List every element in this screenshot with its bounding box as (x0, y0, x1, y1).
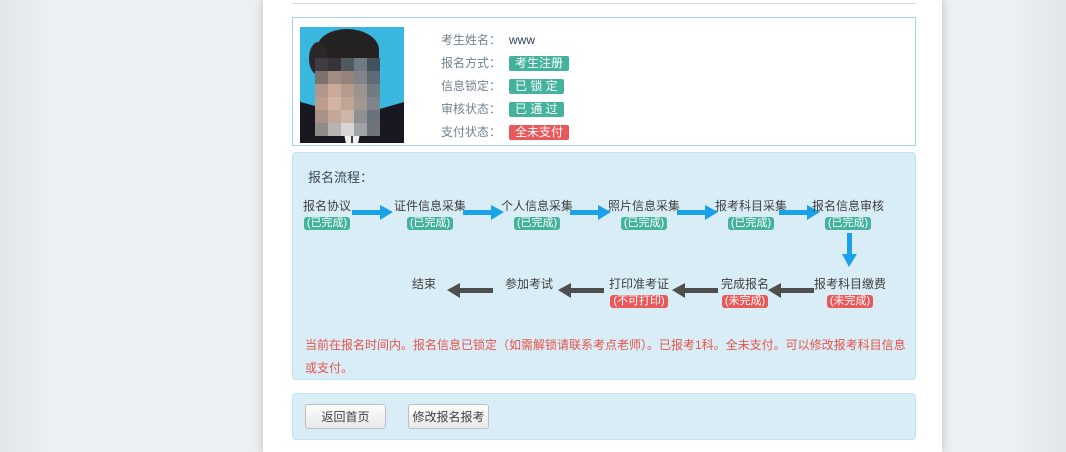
flow-status-note: 当前在报名时间内。报名信息已锁定（如需解锁请联系考点老师）。已报考1科。全未支付… (305, 334, 909, 380)
info-row-payment: 支付状态： 全未支付 (441, 124, 569, 140)
registration-flow-panel: 报名流程： 报名协议 (已完成) 证件信息采集 (已完成) 个人信息采集 (已完… (292, 152, 916, 380)
photo-pixel (315, 123, 328, 136)
content-column: 考生姓名： www 报名方式： 考生注册 信息锁定： 已 锁 定 审核状态： 已… (263, 0, 942, 452)
photo-pixel (341, 84, 354, 97)
photo-pixel (354, 58, 367, 71)
info-row-audit: 审核状态： 已 通 过 (441, 101, 569, 117)
photo-pixel (354, 97, 367, 110)
photo-pixel (315, 97, 328, 110)
step-status-badge: (已完成) (728, 217, 774, 230)
modify-registration-button[interactable]: 修改报名报考 (408, 404, 489, 429)
flow-step-info-audit: 报名信息审核 (已完成) (788, 199, 908, 231)
info-label: 审核状态： (441, 101, 507, 117)
photo-pixel (354, 84, 367, 97)
photo-pixel (354, 110, 367, 123)
step-status-badge: (已完成) (407, 217, 453, 230)
photo-pixel (354, 123, 367, 136)
info-label: 报名方式： (441, 55, 507, 71)
info-row-name: 考生姓名： www (441, 32, 569, 48)
top-divider (292, 3, 916, 4)
photo-pixel (341, 123, 354, 136)
info-label: 信息锁定： (441, 78, 507, 94)
photo-pixel (367, 123, 380, 136)
step-label: 报名信息审核 (788, 199, 908, 213)
step-status-badge: (已完成) (514, 217, 560, 230)
actions-panel: 返回首页 修改报名报考 (292, 393, 916, 440)
photo-pixel (315, 110, 328, 123)
step-status-badge: (未完成) (722, 295, 768, 308)
flow-step-pay-subjects: 报考科目缴费 (未完成) (790, 277, 910, 309)
info-label: 支付状态： (441, 124, 507, 140)
registration-method-badge: 考生注册 (509, 56, 569, 71)
step-status-badge: (未完成) (827, 295, 873, 308)
step-status-badge: (不可打印) (610, 295, 667, 308)
photo-pixel (328, 123, 341, 136)
photo-pixel (341, 97, 354, 110)
candidate-info-panel: 考生姓名： www 报名方式： 考生注册 信息锁定： 已 锁 定 审核状态： 已… (292, 17, 916, 146)
candidate-name-value: www (509, 32, 535, 48)
photo-pixel (341, 71, 354, 84)
step-label: 报考科目缴费 (790, 277, 910, 291)
info-row-method: 报名方式： 考生注册 (441, 55, 569, 71)
photo-pixel (341, 58, 354, 71)
photo-pixel (367, 58, 380, 71)
photo-pixel (367, 71, 380, 84)
photo-pixel (315, 84, 328, 97)
photo-pixelation (315, 58, 380, 136)
candidate-info-rows: 考生姓名： www 报名方式： 考生注册 信息锁定： 已 锁 定 审核状态： 已… (441, 32, 569, 147)
flow-title: 报名流程： (308, 167, 373, 186)
step-status-badge: (已完成) (304, 217, 350, 230)
step-status-badge: (已完成) (621, 217, 667, 230)
photo-pixel (328, 58, 341, 71)
flow-arrow-down-icon (842, 233, 857, 267)
info-row-lock: 信息锁定： 已 锁 定 (441, 78, 569, 94)
photo-pixel (367, 84, 380, 97)
audit-status-badge: 已 通 过 (509, 102, 564, 117)
photo-pixel (367, 97, 380, 110)
photo-pixel (328, 84, 341, 97)
payment-status-badge: 全未支付 (509, 125, 569, 140)
lock-status-badge: 已 锁 定 (509, 79, 564, 94)
photo-pixel (328, 97, 341, 110)
candidate-photo (300, 27, 404, 143)
photo-pixel (354, 71, 367, 84)
photo-pixel (328, 71, 341, 84)
photo-pixel (328, 110, 341, 123)
photo-pixel (315, 71, 328, 84)
photo-pixel (341, 110, 354, 123)
step-status-badge: (已完成) (825, 217, 871, 230)
photo-pixel (367, 110, 380, 123)
back-home-button[interactable]: 返回首页 (305, 404, 386, 429)
photo-pixel (315, 58, 328, 71)
info-label: 考生姓名： (441, 32, 507, 48)
